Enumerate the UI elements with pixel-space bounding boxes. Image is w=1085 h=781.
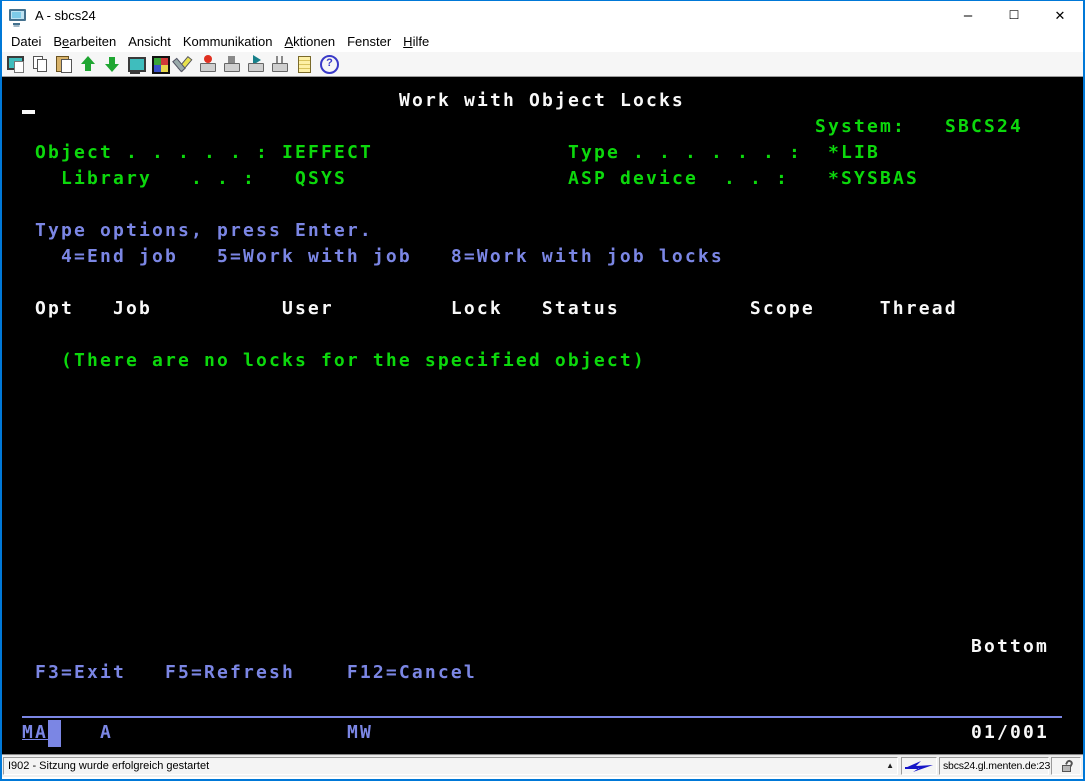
oia-cursor-position: 01/001 (971, 720, 1049, 746)
window-title: A - sbcs24 (35, 8, 96, 23)
toolbar (2, 52, 1083, 77)
help-icon (319, 55, 337, 73)
text-cursor (22, 110, 35, 114)
copy-icon (31, 55, 49, 73)
menu-item-aktionen[interactable]: Aktionen (279, 32, 342, 51)
copy-screen-button[interactable] (4, 53, 28, 76)
help-button[interactable] (316, 53, 340, 76)
menu-bar: DateiBearbeitenAnsichtKommunikationAktio… (2, 30, 1083, 52)
system-value: SBCS24 (945, 114, 1023, 140)
copy-screen-icon (7, 55, 25, 73)
asp-device-value: *SYSBAS (828, 166, 919, 192)
status-bar: I902 - Sitzung wurde erfolgreich gestart… (2, 756, 1083, 777)
play-macro-button[interactable] (244, 53, 268, 76)
message-history-button[interactable]: ▲ (886, 761, 894, 771)
screen-title: Work with Object Locks (399, 88, 685, 114)
menu-item-hilfe[interactable]: Hilfe (397, 32, 435, 51)
title-bar: A - sbcs24 – ☐ ✕ (2, 1, 1083, 30)
menu-item-datei[interactable]: Datei (5, 32, 47, 51)
menu-item-ansicht[interactable]: Ansicht (122, 32, 177, 51)
security-panel (1051, 757, 1081, 775)
options-list: 4=End job 5=Work with job 8=Work with jo… (61, 244, 724, 270)
library-label: Library (61, 166, 152, 192)
function-keys: F3=Exit F5=Refresh F12=Cancel (35, 660, 477, 686)
color-map-icon (151, 55, 169, 73)
menu-item-fenster[interactable]: Fenster (341, 32, 397, 51)
options-hint: Type options, press Enter. (35, 218, 373, 244)
paste-icon (55, 55, 73, 73)
column-headers: Opt Job User Lock Status Scope Thread (35, 296, 958, 322)
record-macro-button[interactable] (196, 53, 220, 76)
menu-item-bearbeiten[interactable]: Bearbeiten (47, 32, 122, 51)
play-macro-icon (247, 55, 265, 73)
paste-button[interactable] (52, 53, 76, 76)
stop-macro-icon (223, 55, 241, 73)
copy-button[interactable] (28, 53, 52, 76)
minimize-button[interactable]: – (945, 1, 991, 30)
oia-block-indicator (48, 720, 61, 747)
stop-macro-button[interactable] (220, 53, 244, 76)
receive-file-button[interactable] (100, 53, 124, 76)
object-value: IEFFECT (282, 140, 373, 166)
oia-message-wait: MW (347, 720, 373, 746)
keyboard-map-icon (175, 55, 193, 73)
type-value: *LIB (828, 140, 880, 166)
object-label: Object . . . . . : (35, 140, 269, 166)
host-panel: sbcs24.gl.menten.de:23 (939, 757, 1049, 775)
status-message-panel: I902 - Sitzung wurde erfolgreich gestart… (3, 757, 898, 775)
pause-macro-icon (271, 55, 289, 73)
display-session-button[interactable] (124, 53, 148, 76)
host-address: sbcs24.gl.menten.de:23 (943, 760, 1050, 772)
connection-bolt-icon (904, 760, 934, 773)
keyboard-map-button[interactable] (172, 53, 196, 76)
oia-separator-line (22, 716, 1062, 718)
bottom-indicator: Bottom (971, 634, 1049, 660)
asp-device-label: ASP device . . : (568, 166, 789, 192)
library-value: QSYS (295, 166, 347, 192)
terminal-app-icon (9, 9, 26, 21)
type-label: Type . . . . . . : (568, 140, 802, 166)
oia-keyboard-indicator: A (100, 720, 113, 746)
terminal-screen[interactable]: Work with Object Locks System: SBCS24 Objec… (2, 77, 1083, 754)
library-dots: . . : (191, 166, 256, 192)
notepad-icon (295, 55, 313, 73)
pause-macro-button[interactable] (268, 53, 292, 76)
emulator-window: A - sbcs24 – ☐ ✕ DateiBearbeitenAnsichtK… (0, 0, 1085, 781)
record-macro-icon (199, 55, 217, 73)
window-controls: – ☐ ✕ (945, 1, 1083, 30)
send-file-icon (79, 55, 97, 73)
maximize-button[interactable]: ☐ (991, 1, 1037, 30)
menu-item-kommunikation[interactable]: Kommunikation (177, 32, 279, 51)
no-locks-message: (There are no locks for the specified ob… (61, 348, 646, 374)
system-label: System: (815, 114, 906, 140)
display-session-icon (127, 55, 145, 73)
connection-status-panel (901, 757, 937, 775)
notepad-button[interactable] (292, 53, 316, 76)
close-button[interactable]: ✕ (1037, 1, 1083, 30)
receive-file-icon (103, 55, 121, 73)
status-message: I902 - Sitzung wurde erfolgreich gestart… (8, 760, 209, 772)
color-map-button[interactable] (148, 53, 172, 76)
send-file-button[interactable] (76, 53, 100, 76)
oia-system-available: MA (22, 720, 48, 746)
